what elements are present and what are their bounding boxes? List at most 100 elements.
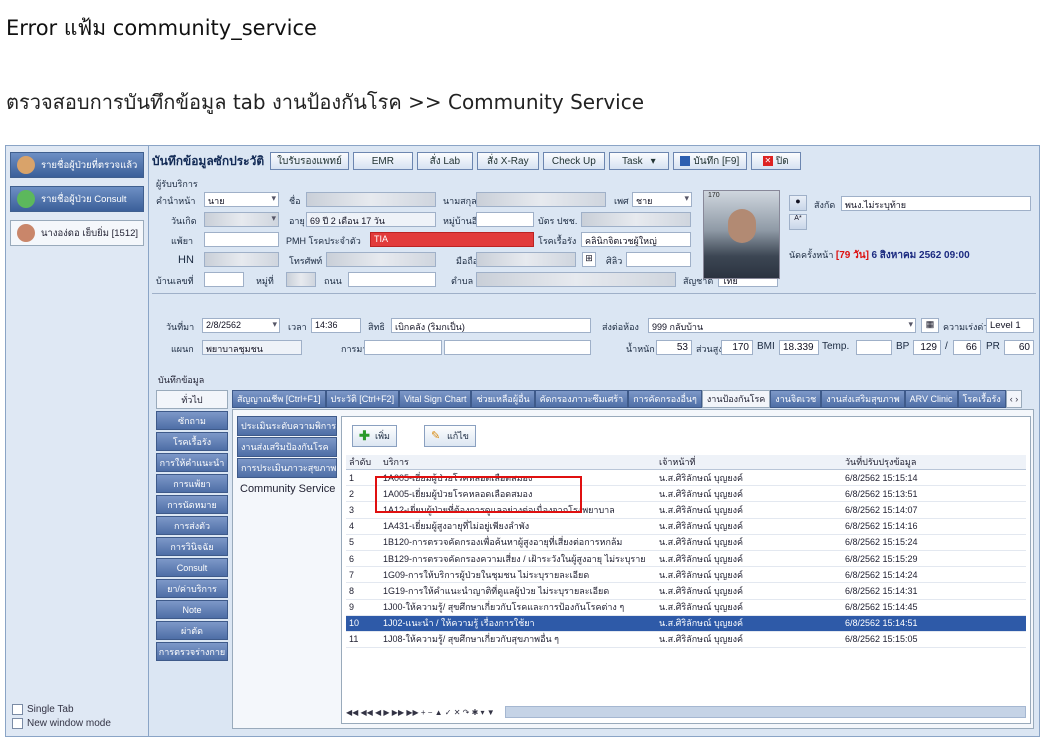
bp-systolic-field[interactable]: 129 [913, 340, 941, 355]
table-row[interactable]: 7 1G09-การให้บริการผู้ป่วยในชุมชน ไม่ระบุ… [346, 566, 1026, 584]
tab-screening[interactable]: การคัดกรองอื่นๆ [628, 390, 702, 408]
table-row[interactable]: 8 1G19-การให้คำแนะนำญาติที่ดูแลผู้ป่วย ไม… [346, 582, 1026, 600]
vtab-physical-exam[interactable]: การตรวจร่างกาย [156, 642, 228, 661]
subtab-prevention[interactable]: งานส่งเสริมป้องกันโรค [237, 437, 337, 457]
task-dropdown-button[interactable]: Task ▾ [608, 152, 669, 170]
tab-depression[interactable]: คัดกรองภาวะซึมเศร้า [534, 390, 629, 408]
address-field[interactable] [476, 272, 676, 287]
tab-vital-chart[interactable]: Vital Sign Chart [399, 390, 472, 408]
vtab-consult[interactable]: Consult [156, 558, 228, 577]
grid-navigator[interactable]: ◀◀ ◀◀ ◀ ▶ ▶▶ ▶▶ + − ▲ ✓ ✕ ↷ ✱ ▾ ▼ [346, 705, 1026, 719]
pmh-field[interactable]: TIA [370, 232, 534, 247]
column-header-staff[interactable]: เจ้าหน้าที่ [656, 455, 842, 470]
tab-psychiatric[interactable]: งานจิตเวช [770, 390, 822, 408]
order-xray-button[interactable]: สั่ง X-Ray [476, 152, 539, 170]
prefix-select[interactable]: นาย [204, 192, 279, 207]
sex-select[interactable]: ชาย [632, 192, 692, 207]
sidebar-item-current-patient[interactable]: นางอง่ดอ เย็บยิ่ม [1512] [10, 220, 144, 246]
table-row[interactable]: 5 1B120-การตรวจคัดกรองเพื่อค้นหาผู้สูงอาย… [346, 534, 1026, 551]
table-row[interactable]: 9 1J00-ให้ความรู้/ สุขศึกษาเกี่ยวกับโรคแล… [346, 599, 1026, 616]
vtab-appointment[interactable]: การนัดหมาย [156, 495, 228, 514]
af-icon[interactable]: A* [789, 214, 807, 230]
firstname-field[interactable] [306, 192, 436, 207]
column-header-updated[interactable]: วันที่ปรับปรุงข้อมูล [842, 455, 1026, 470]
department-field[interactable]: พยาบาลชุมชน [202, 340, 302, 355]
vtab-chronic[interactable]: โรคเรื้อรัง [156, 432, 228, 451]
new-window-checkbox[interactable]: New window mode [12, 718, 111, 729]
phone-field[interactable] [326, 252, 436, 267]
visit-time-field[interactable]: 14:36 [311, 318, 361, 333]
tab-assist[interactable]: ช่วยเหลือผู้อื่น [471, 390, 535, 408]
sidebar-item-consult-patients[interactable]: รายชื่อผู้ป่วย Consult [10, 186, 144, 212]
phone-lookup-button[interactable]: ⊞ [582, 252, 596, 267]
refer-room-select[interactable]: 999 กลับบ้าน [648, 318, 916, 333]
vtab-diagnosis[interactable]: การวินิจฉัย [156, 537, 228, 556]
allergy-field[interactable] [204, 232, 279, 247]
table-row[interactable]: 6 1B129-การตรวจคัดกรองความเสี่ยง / เฝ้าระ… [346, 550, 1026, 568]
vtab-general[interactable]: ทั่วไป [156, 390, 228, 409]
dob-field[interactable] [204, 212, 279, 227]
edit-button[interactable]: ✎ แก้ไข [424, 425, 476, 447]
single-tab-checkbox[interactable]: Single Tab [12, 704, 74, 715]
tab-scroll-arrows[interactable]: ‹ › [1005, 390, 1023, 408]
table-row[interactable]: 4 1A431-เยี่ยมผู้สูงอายุที่ไม่อยู่เพียงลำ… [346, 518, 1026, 535]
vtab-advice[interactable]: การให้คำแนะนำ [156, 453, 228, 472]
arrival-detail-field[interactable] [444, 340, 591, 355]
bp-label: BP [896, 341, 910, 352]
add-label: เพิ่ม [375, 431, 390, 441]
height-field[interactable]: 170 [721, 340, 753, 355]
road-field[interactable] [348, 272, 436, 287]
visit-date-field[interactable]: 2/8/2562 [202, 318, 280, 333]
house-no-field[interactable] [204, 272, 244, 287]
sidebar-item-examined-patients[interactable]: รายชื่อผู้ป่วยที่ตรวจแล้ว [10, 152, 144, 178]
chronic-clinic-field[interactable]: คลินิกจิตเวชผู้ใหญ่ [581, 232, 691, 247]
vtab-surgery[interactable]: ผ่าตัด [156, 621, 228, 640]
calendar-icon[interactable]: ▦ [921, 318, 939, 333]
religion-field[interactable] [626, 252, 691, 267]
cell-staff: น.ส.ศิริลักษณ์ บุญยงค์ [656, 550, 842, 568]
arrival-field[interactable] [364, 340, 442, 355]
navigator-buttons[interactable]: ◀◀ ◀◀ ◀ ▶ ▶▶ ▶▶ + − ▲ ✓ ✕ ↷ ✱ ▾ ▼ [346, 708, 495, 717]
horizontal-scrollbar[interactable] [504, 706, 1026, 718]
urgency-field[interactable]: Level 1 [986, 318, 1034, 333]
cid-field[interactable] [581, 212, 691, 227]
tab-disease-prevention[interactable]: งานป้องกันโรค [701, 390, 771, 408]
weight-field[interactable]: 53 [656, 340, 692, 355]
mobile-field[interactable] [476, 252, 576, 267]
close-button[interactable]: ✕ ปิด [750, 152, 801, 170]
pr-field[interactable]: 60 [1004, 340, 1034, 355]
order-lab-button[interactable]: สั่ง Lab [416, 152, 473, 170]
subtab-health-assessment[interactable]: การประเมินภาวะสุขภาพ [237, 458, 337, 478]
tab-health-promotion[interactable]: งานส่งเสริมสุขภาพ [821, 390, 905, 408]
tab-history[interactable]: ประวัติ [Ctrl+F2] [325, 390, 400, 408]
column-header-service[interactable]: บริการ [380, 455, 656, 470]
sex-label: เพศ [614, 196, 629, 206]
hn-field[interactable] [204, 252, 279, 267]
bp-diastolic-field[interactable]: 66 [953, 340, 981, 355]
lastname-field[interactable] [476, 192, 606, 207]
table-row[interactable]: 10 1J02-แนะนำ / ให้ความรู้ เรื่องการใช้ยา… [346, 615, 1026, 632]
village-field[interactable] [476, 212, 534, 227]
checkup-button[interactable]: Check Up [542, 152, 605, 170]
subtab-disability[interactable]: ประเมินระดับความพิการ [237, 416, 337, 436]
table-row[interactable]: 11 1J08-ให้ความรู้/ สุขศึกษาเกี่ยวกับสุขภ… [346, 631, 1026, 649]
column-header-no[interactable]: ลำดับ [346, 455, 380, 470]
emr-button[interactable]: EMR [352, 152, 413, 170]
camera-icon[interactable]: ● [789, 195, 807, 211]
temperature-field[interactable] [856, 340, 892, 355]
tab-chronic[interactable]: โรคเรื้อรัง [957, 390, 1006, 408]
medical-certificate-button[interactable]: ใบรับรองแพทย์ [270, 152, 349, 170]
vtab-history[interactable]: ซักถาม [156, 411, 228, 430]
tab-arv-clinic[interactable]: ARV Clinic [904, 390, 958, 408]
vtab-allergy[interactable]: การแพ้ยา [156, 474, 228, 493]
vtab-note[interactable]: Note [156, 600, 228, 619]
tab-vital-signs[interactable]: สัญญาณชีพ [Ctrl+F1] [232, 390, 326, 408]
affiliation-field[interactable]: พนง.ไม่ระบุท้าย [841, 196, 1031, 211]
vtab-medication[interactable]: ยา/ค่าบริการ [156, 579, 228, 598]
right-field[interactable]: เบิกคลัง (ริมกเป็น) [391, 318, 591, 333]
save-button[interactable]: บันทึก [F9] [672, 152, 747, 170]
subtab-community-service[interactable]: Community Service [237, 479, 337, 499]
vtab-refer[interactable]: การส่งตัว [156, 516, 228, 535]
add-button[interactable]: ✚ เพิ่ม [352, 425, 397, 447]
moo-field[interactable] [286, 272, 316, 287]
